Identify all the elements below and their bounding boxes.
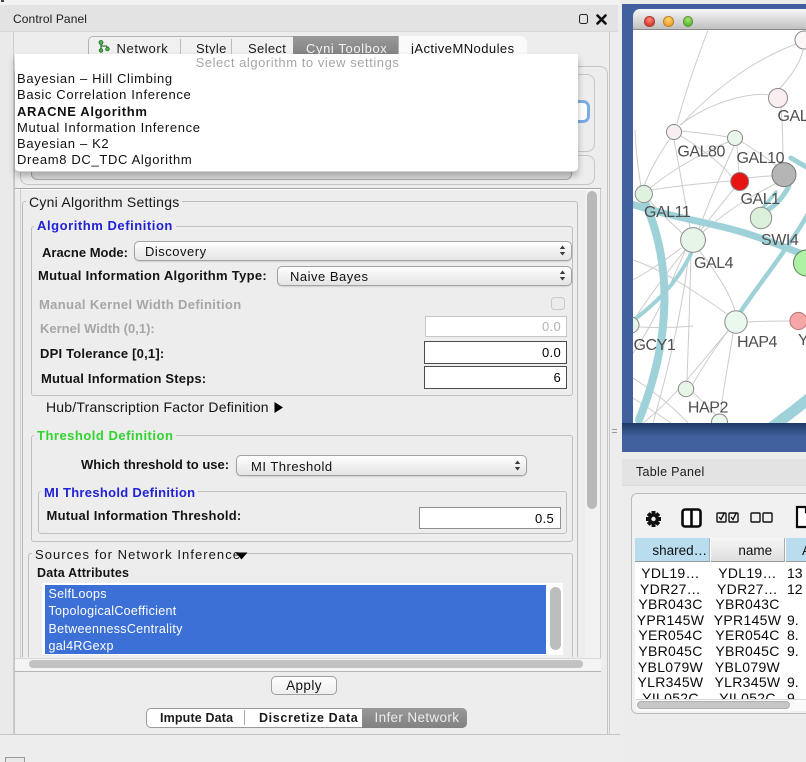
- svg-text:Y: Y: [798, 332, 806, 349]
- svg-text:GAL4: GAL4: [694, 255, 734, 272]
- svg-text:HAP4: HAP4: [737, 334, 778, 351]
- svg-text:GAL: GAL: [778, 108, 806, 125]
- svg-text:GAL11: GAL11: [644, 204, 691, 221]
- svg-text:GCY1: GCY1: [634, 337, 676, 354]
- svg-text:GAL10: GAL10: [737, 150, 785, 167]
- svg-text:GAL1: GAL1: [741, 191, 781, 208]
- svg-text:HAP2: HAP2: [688, 400, 729, 417]
- svg-text:GAL80: GAL80: [677, 144, 725, 161]
- svg-text:SWI4: SWI4: [761, 232, 799, 249]
